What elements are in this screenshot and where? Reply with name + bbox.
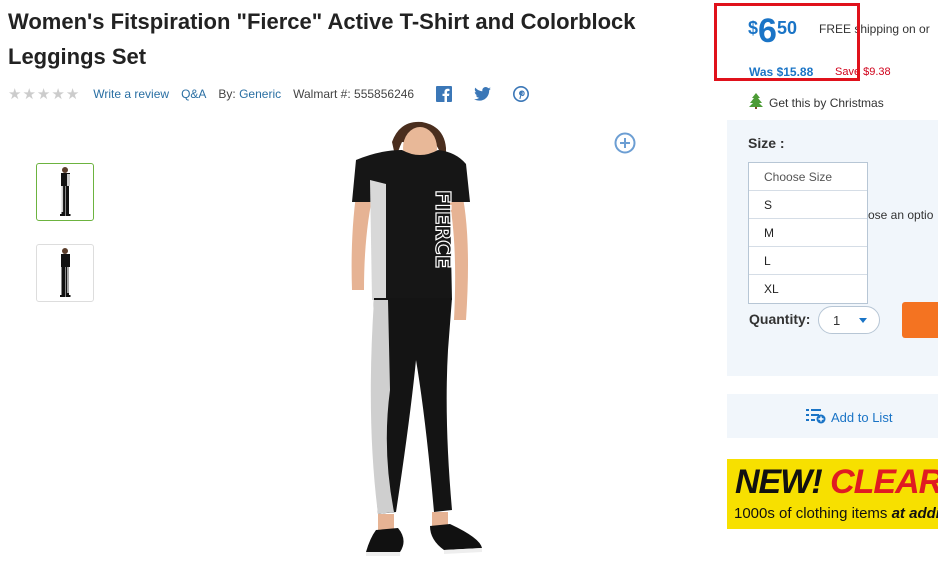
christmas-tree-icon bbox=[749, 93, 763, 112]
banner-subline-plain: 1000s of clothing items bbox=[734, 505, 892, 522]
star-icon: ★ bbox=[36, 86, 51, 103]
facebook-icon[interactable] bbox=[436, 86, 453, 102]
social-share bbox=[436, 86, 530, 102]
brand-link[interactable]: Generic bbox=[239, 87, 281, 101]
size-option-xl[interactable]: XL bbox=[749, 275, 867, 303]
christmas-text: Get this by Christmas bbox=[769, 95, 884, 110]
quantity-select[interactable]: 1 bbox=[818, 306, 880, 334]
size-option-l[interactable]: L bbox=[749, 247, 867, 275]
walmart-id-value: 555856246 bbox=[354, 87, 415, 101]
quantity-value: 1 bbox=[833, 312, 841, 328]
walmart-id-label: Walmart #: bbox=[293, 87, 351, 101]
star-icon: ★ bbox=[8, 86, 22, 103]
size-dropdown[interactable]: Choose Size S M L XL bbox=[748, 162, 868, 304]
zoom-plus-icon[interactable] bbox=[614, 132, 636, 159]
banner-subline: 1000s of clothing items at additio bbox=[734, 505, 938, 522]
size-label: Size : bbox=[748, 135, 785, 151]
size-option-placeholder[interactable]: Choose Size bbox=[749, 163, 867, 191]
add-list-icon bbox=[806, 408, 826, 427]
banner-clearance: CLEARAN bbox=[830, 463, 938, 501]
product-thumbnail-back[interactable] bbox=[36, 244, 94, 302]
product-title: Women's Fitspiration "Fierce" Active T-S… bbox=[8, 9, 636, 69]
rating-stars[interactable]: ★ ★ ★ ★ ★ bbox=[8, 85, 79, 103]
quantity-label: Quantity: bbox=[749, 311, 811, 327]
product-main-image[interactable]: FIERCE bbox=[330, 120, 510, 573]
star-icon: ★ bbox=[51, 86, 65, 103]
banner-subline-italic: at additio bbox=[891, 505, 938, 522]
write-review-link[interactable]: Write a review bbox=[93, 87, 169, 101]
star-icon: ★ bbox=[65, 86, 80, 103]
twitter-icon[interactable] bbox=[474, 87, 492, 101]
product-meta-row: ★ ★ ★ ★ ★ Write a review Q&A By: Generic Wal… bbox=[8, 84, 530, 104]
by-label: By: bbox=[218, 87, 236, 101]
fierce-graphic: FIERCE bbox=[431, 190, 455, 269]
add-to-list-button[interactable]: Add to List bbox=[806, 408, 892, 427]
product-thumbnail-front[interactable] bbox=[36, 163, 94, 221]
pinterest-icon[interactable] bbox=[513, 86, 530, 102]
add-to-list-label: Add to List bbox=[831, 410, 893, 425]
price-highlight-box bbox=[714, 3, 860, 81]
banner-new: NEW! bbox=[735, 463, 823, 501]
banner-headline: NEW! CLEARAN bbox=[735, 463, 938, 502]
size-option-s[interactable]: S bbox=[749, 191, 867, 219]
size-hint-text: ose an optio bbox=[868, 208, 934, 222]
size-option-m[interactable]: M bbox=[749, 219, 867, 247]
clearance-banner[interactable]: NEW! CLEARAN 1000s of clothing items at … bbox=[727, 459, 938, 529]
star-icon: ★ bbox=[22, 86, 36, 103]
chevron-down-icon bbox=[859, 317, 867, 323]
add-to-cart-button[interactable] bbox=[902, 302, 938, 338]
christmas-delivery: Get this by Christmas bbox=[749, 93, 884, 112]
qa-link[interactable]: Q&A bbox=[181, 87, 206, 101]
